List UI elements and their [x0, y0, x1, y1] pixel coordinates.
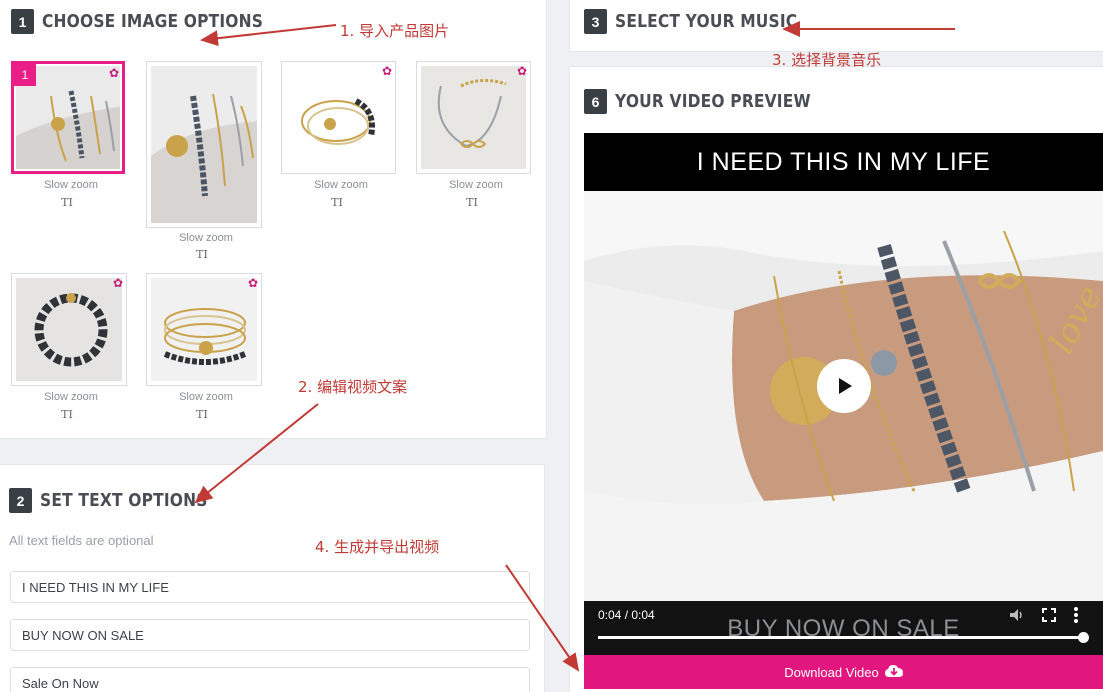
- video-time: 0:04 / 0:04: [598, 608, 655, 622]
- effect-label: Slow zoom: [44, 179, 98, 191]
- bracelet-image: [151, 278, 257, 381]
- bracelet-image: [421, 66, 526, 169]
- gear-icon[interactable]: ✿: [382, 65, 392, 77]
- gear-icon[interactable]: ✿: [109, 67, 119, 79]
- step1-number: 1: [11, 9, 34, 34]
- image-thumb-6[interactable]: ✿: [146, 273, 262, 386]
- step6-header: 6 YOUR VIDEO PREVIEW: [584, 89, 843, 114]
- image-thumb-2[interactable]: [146, 61, 262, 228]
- video-top-caption: I NEED THIS IN MY LIFE: [584, 133, 1103, 191]
- text-field-1[interactable]: I NEED THIS IN MY LIFE: [10, 571, 530, 603]
- fullscreen-icon[interactable]: [1041, 607, 1057, 628]
- cloud-download-icon: [884, 664, 903, 681]
- step3-header: 3 SELECT YOUR MUSIC: [584, 9, 827, 34]
- seek-handle[interactable]: [1078, 632, 1089, 643]
- play-icon[interactable]: [817, 359, 871, 413]
- effect-label: Slow zoom: [179, 391, 233, 403]
- bracelet-image: [286, 66, 391, 169]
- more-icon[interactable]: [1073, 606, 1079, 629]
- effect-label: Slow zoom: [449, 179, 503, 191]
- bracelet-image: [16, 278, 122, 381]
- bracelet-image: [151, 66, 257, 223]
- download-video-button[interactable]: Download Video: [584, 655, 1103, 689]
- video-player[interactable]: I NEED THIS IN MY LIFE love BUY NOW ON S…: [584, 133, 1103, 655]
- seek-bar[interactable]: [598, 632, 1089, 643]
- selected-index-badge: 1: [14, 64, 36, 86]
- text-icon[interactable]: TI: [282, 196, 392, 209]
- text-icon[interactable]: TI: [417, 196, 527, 209]
- text-icon[interactable]: TI: [12, 196, 122, 209]
- annotation-4: 4. 生成并导出视频: [315, 538, 440, 556]
- step1-header: 1 CHOOSE IMAGE OPTIONS: [11, 9, 299, 34]
- step3-title[interactable]: SELECT YOUR MUSIC: [615, 11, 797, 32]
- video-bottom-bar: BUY NOW ON SALE 0:04 / 0:04: [584, 601, 1103, 655]
- image-thumb-3[interactable]: ✿: [281, 61, 396, 174]
- step6-title: YOUR VIDEO PREVIEW: [615, 91, 811, 112]
- download-label: Download Video: [784, 664, 879, 680]
- image-thumb-1[interactable]: 1 ✿: [11, 61, 125, 174]
- step2-title: SET TEXT OPTIONS: [40, 490, 208, 511]
- annotation-2: 2. 编辑视频文案: [298, 378, 408, 396]
- step2-header: 2 SET TEXT OPTIONS: [9, 488, 235, 513]
- image-thumb-5[interactable]: ✿: [11, 273, 127, 386]
- text-icon[interactable]: TI: [147, 248, 257, 261]
- effect-label: Slow zoom: [314, 179, 368, 191]
- step1-title: CHOOSE IMAGE OPTIONS: [42, 11, 264, 32]
- text-field-3[interactable]: Sale On Now: [10, 667, 530, 692]
- optional-note: All text fields are optional: [9, 533, 154, 548]
- gear-icon[interactable]: ✿: [248, 277, 258, 289]
- step6-number: 6: [584, 89, 607, 114]
- annotation-1: 1. 导入产品图片: [340, 22, 450, 40]
- step3-number[interactable]: 3: [584, 9, 607, 34]
- seek-bar-fill: [598, 636, 1084, 639]
- image-thumb-4[interactable]: ✿: [416, 61, 531, 174]
- text-icon[interactable]: TI: [147, 408, 257, 421]
- step2-number: 2: [9, 488, 32, 513]
- gear-icon[interactable]: ✿: [517, 65, 527, 77]
- text-field-2[interactable]: BUY NOW ON SALE: [10, 619, 530, 651]
- effect-label: Slow zoom: [44, 391, 98, 403]
- effect-label: Slow zoom: [179, 232, 233, 244]
- gear-icon[interactable]: ✿: [113, 277, 123, 289]
- text-icon[interactable]: TI: [12, 408, 122, 421]
- annotation-3: 3. 选择背景音乐: [772, 51, 882, 69]
- volume-icon[interactable]: [1008, 606, 1026, 629]
